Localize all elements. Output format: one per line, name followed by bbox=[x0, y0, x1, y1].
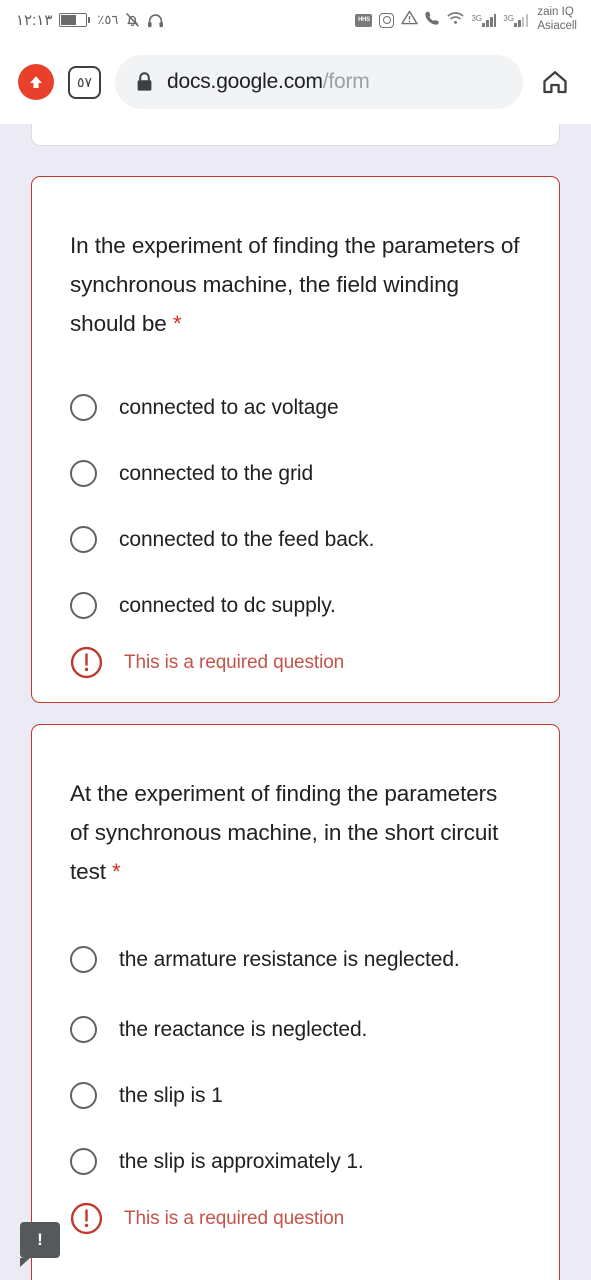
network-type-label-1: 3G bbox=[471, 13, 483, 23]
network-type-label-2: 3G bbox=[503, 13, 515, 23]
radio-option[interactable]: the slip is approximately 1. bbox=[32, 1128, 559, 1194]
battery-icon bbox=[59, 13, 91, 27]
radio-option-label: connected to ac voltage bbox=[119, 395, 339, 419]
form-scroll-area[interactable]: In the experiment of finding the paramet… bbox=[0, 124, 591, 1280]
wifi-icon bbox=[447, 11, 464, 30]
warning-triangle-icon bbox=[401, 10, 419, 30]
lock-icon bbox=[135, 71, 154, 93]
radio-button[interactable] bbox=[70, 525, 97, 553]
radio-button[interactable] bbox=[70, 945, 97, 973]
radio-button[interactable] bbox=[70, 1015, 97, 1043]
error-message: This is a required question bbox=[124, 1207, 345, 1229]
radio-option-label: the armature resistance is neglected. bbox=[119, 947, 460, 971]
radio-option[interactable]: the slip is 1 bbox=[32, 1062, 559, 1128]
radio-option-label: connected to dc supply. bbox=[119, 593, 336, 617]
bell-off-icon bbox=[125, 12, 140, 28]
status-bar-right: HHS 3G 3G zain IQ Asiacell bbox=[355, 6, 577, 33]
error-message: This is a required question bbox=[124, 651, 345, 673]
radio-option-label: connected to the feed back. bbox=[119, 527, 375, 551]
hd-badge-icon: HHS bbox=[355, 13, 373, 27]
required-error: This is a required question bbox=[32, 638, 559, 679]
radio-option[interactable]: connected to the feed back. bbox=[32, 506, 559, 572]
url-path: /form bbox=[322, 70, 370, 93]
radio-button[interactable] bbox=[70, 459, 97, 487]
radio-button[interactable] bbox=[70, 591, 97, 619]
signal-indicator-1: 3G bbox=[471, 13, 497, 27]
question-text: At the experiment of finding the paramet… bbox=[70, 781, 499, 884]
radio-button[interactable] bbox=[70, 393, 97, 421]
radio-option[interactable]: connected to the grid bbox=[32, 440, 559, 506]
headset-icon bbox=[147, 13, 164, 28]
phone-call-icon bbox=[425, 10, 440, 30]
tab-counter-button[interactable]: ٥٧ bbox=[68, 65, 101, 99]
required-asterisk: * bbox=[172, 311, 182, 336]
browser-toolbar: ٥٧ docs.google.com/form bbox=[0, 40, 591, 124]
home-icon[interactable] bbox=[537, 64, 573, 100]
status-bar: ٥٦٪ ١٢:١٣ HHS 3G 3G zain IQ Asiacell bbox=[0, 0, 591, 40]
signal-bars-1 bbox=[482, 13, 497, 27]
carrier-label-2: Asiacell bbox=[537, 20, 577, 32]
url-bar[interactable]: docs.google.com/form bbox=[115, 55, 523, 109]
radio-option[interactable]: the reactance is neglected. bbox=[32, 996, 559, 1062]
question-title: At the experiment of finding the paramet… bbox=[32, 725, 559, 891]
alert-tooltip-icon[interactable]: ! bbox=[20, 1222, 60, 1267]
url-text: docs.google.com/form bbox=[167, 70, 370, 94]
question-text: In the experiment of finding the paramet… bbox=[70, 233, 520, 336]
status-bar-left: ٥٦٪ ١٢:١٣ bbox=[16, 11, 164, 29]
radio-group: the armature resistance is neglected. th… bbox=[32, 922, 559, 1194]
radio-option-label: the slip is 1 bbox=[119, 1083, 223, 1107]
radio-option-label: the slip is approximately 1. bbox=[119, 1149, 364, 1173]
radio-option[interactable]: connected to ac voltage bbox=[32, 374, 559, 440]
carrier-label-1: zain IQ bbox=[537, 6, 574, 19]
battery-percent: ٥٦٪ bbox=[97, 12, 119, 27]
required-error: This is a required question bbox=[32, 1194, 559, 1235]
radio-option[interactable]: the armature resistance is neglected. bbox=[32, 922, 559, 996]
previous-question-card-partial bbox=[31, 124, 560, 146]
instagram-icon bbox=[379, 12, 395, 28]
signal-bars-2 bbox=[514, 13, 529, 27]
url-domain: docs.google.com bbox=[167, 70, 323, 93]
question-card: At the experiment of finding the paramet… bbox=[31, 724, 560, 1280]
radio-button[interactable] bbox=[70, 1147, 97, 1175]
radio-option-label: the reactance is neglected. bbox=[119, 1017, 368, 1041]
exclamation-circle-icon bbox=[70, 646, 103, 679]
question-card: In the experiment of finding the paramet… bbox=[31, 176, 560, 703]
radio-group: connected to ac voltage connected to the… bbox=[32, 374, 559, 638]
carrier-labels: zain IQ Asiacell bbox=[537, 6, 577, 33]
radio-button[interactable] bbox=[70, 1081, 97, 1109]
status-bar-clock: ١٢:١٣ bbox=[16, 12, 53, 29]
signal-indicator-2: 3G bbox=[503, 13, 529, 27]
required-asterisk: * bbox=[112, 859, 121, 884]
question-title: In the experiment of finding the paramet… bbox=[32, 177, 559, 343]
exclamation-circle-icon bbox=[70, 1202, 103, 1235]
radio-option-label: connected to the grid bbox=[119, 461, 314, 485]
radio-option[interactable]: connected to dc supply. bbox=[32, 572, 559, 638]
red-up-arrow-icon[interactable] bbox=[18, 64, 54, 100]
